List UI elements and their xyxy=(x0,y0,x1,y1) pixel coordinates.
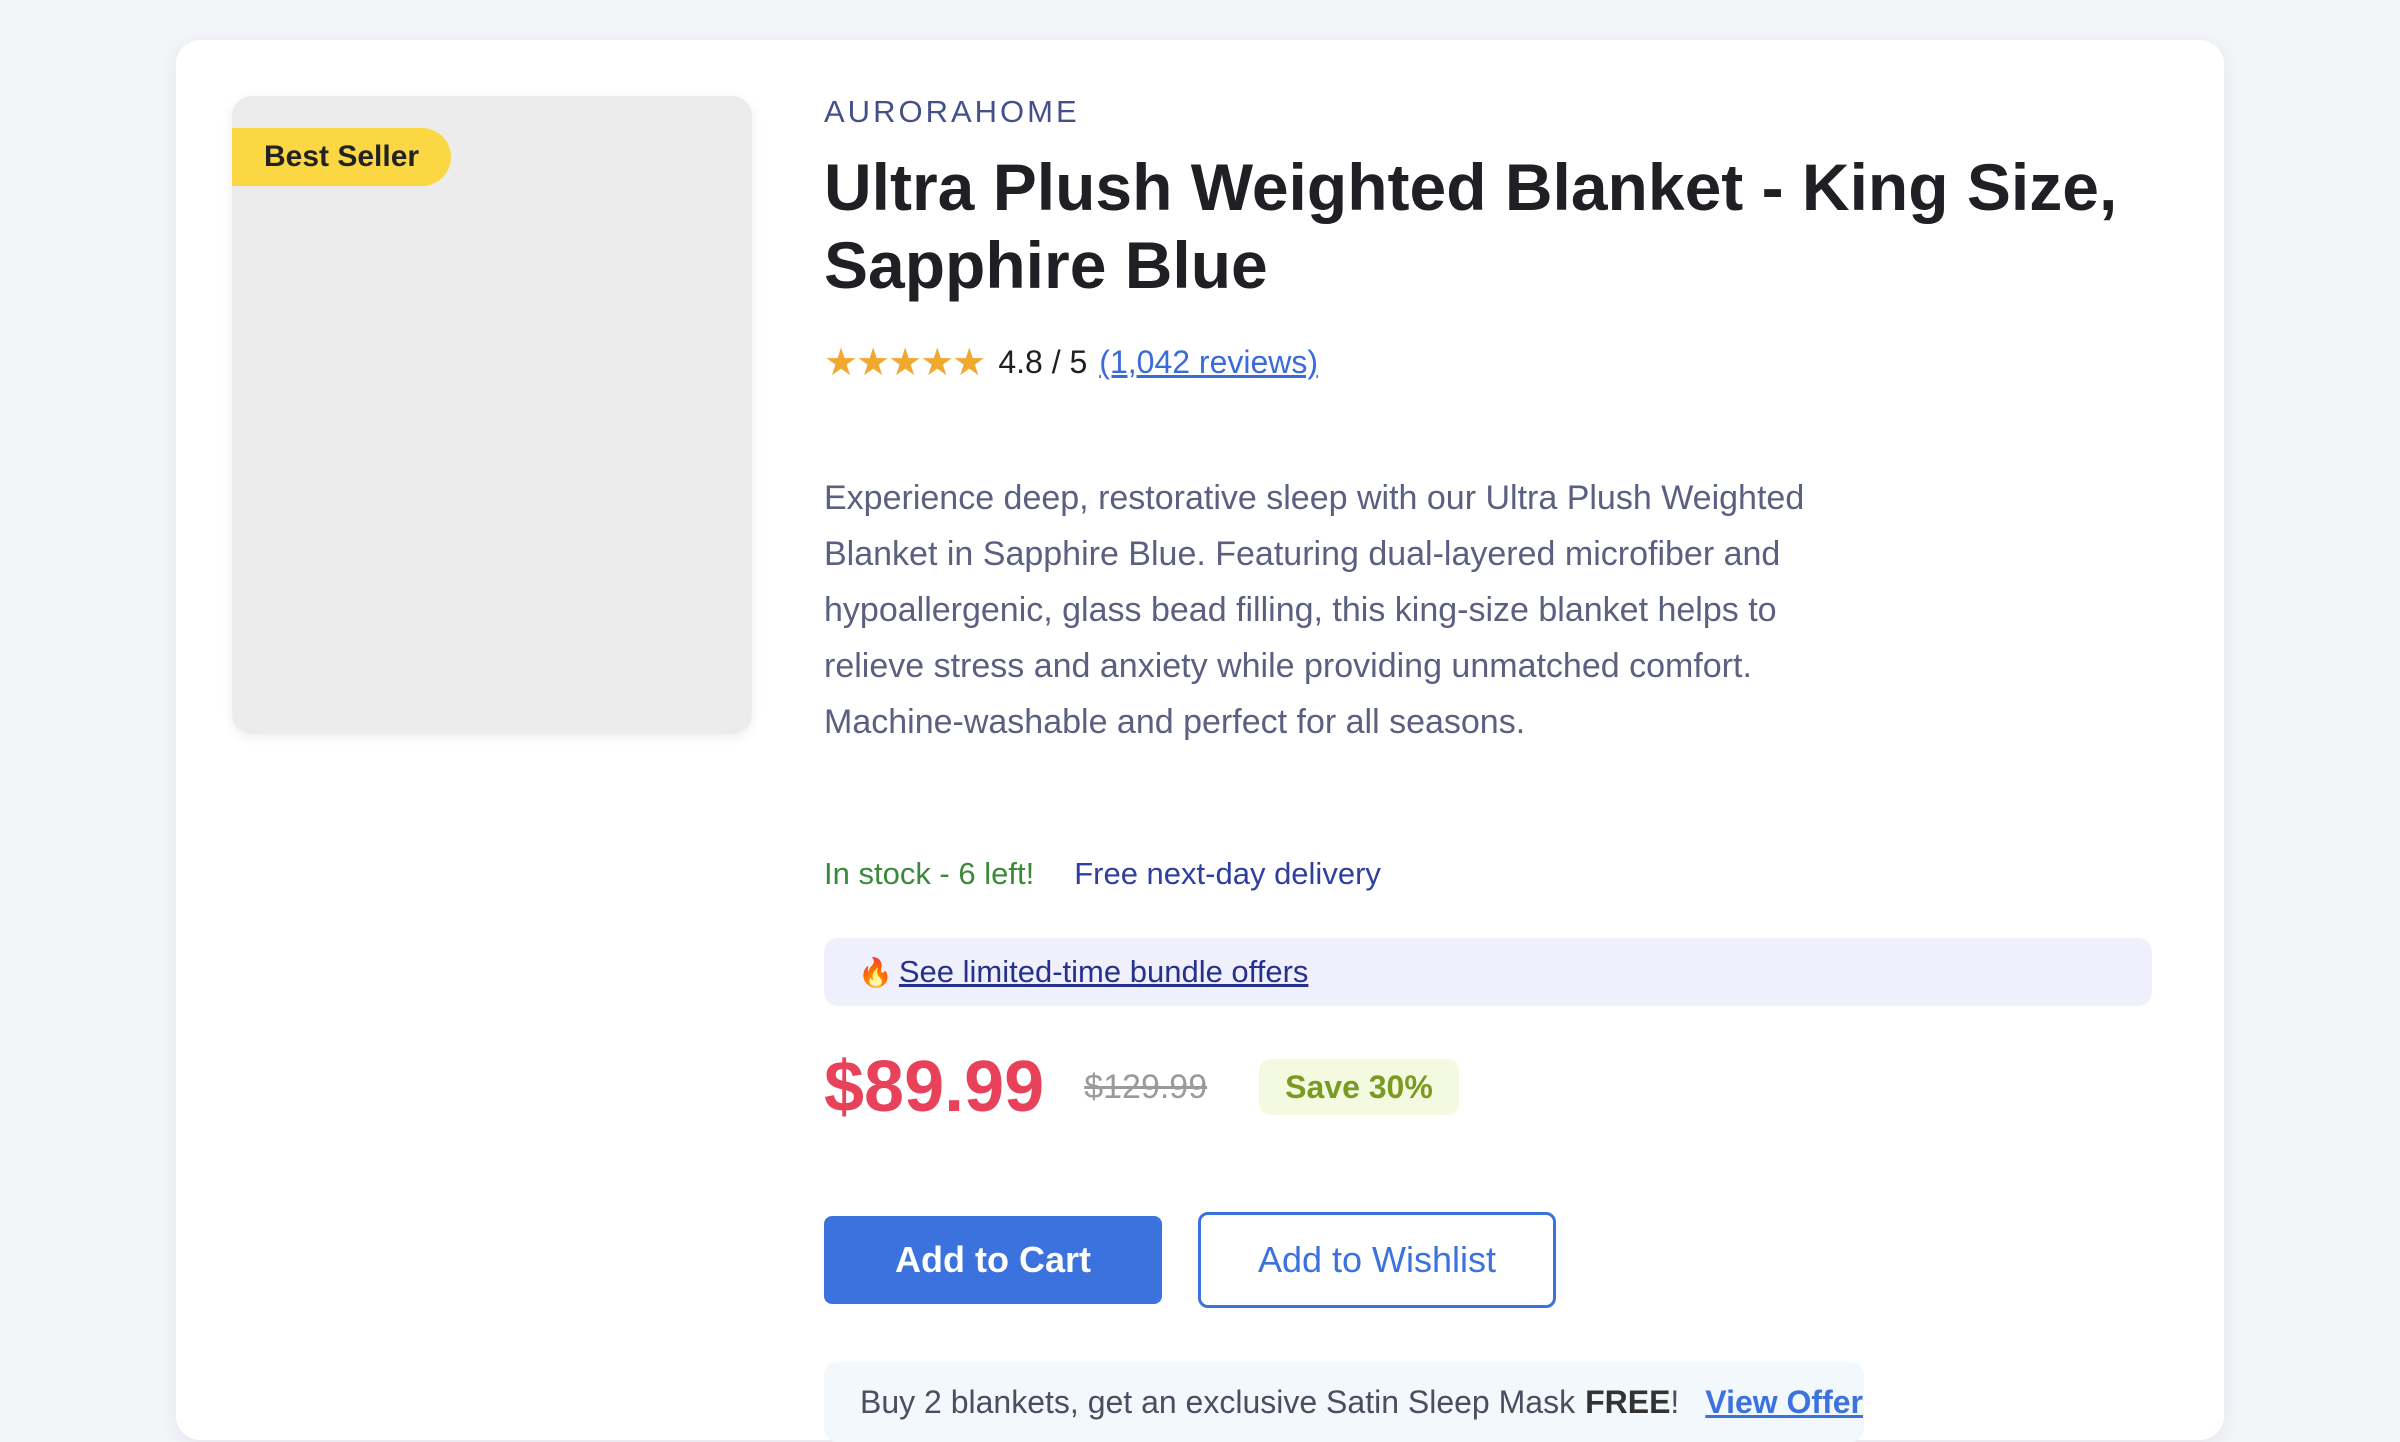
bundle-offers-bar: 🔥 See limited-time bundle offers xyxy=(824,938,2152,1006)
star-rating-icon: ★★★★★ xyxy=(824,342,986,384)
current-price: $89.99 xyxy=(824,1047,1045,1127)
product-title: Ultra Plush Weighted Blanket - King Size… xyxy=(824,150,2118,302)
view-offer-link[interactable]: View Offer xyxy=(1705,1384,1863,1421)
stock-status: In stock - 6 left! xyxy=(824,856,1035,891)
promo-suffix: ! xyxy=(1670,1383,1680,1420)
rating-row: ★★★★★ 4.8 / 5 (1,042 reviews) xyxy=(824,340,1318,385)
promo-text: Buy 2 blankets, get an exclusive Satin S… xyxy=(860,1383,1576,1420)
product-image-placeholder[interactable] xyxy=(232,96,752,734)
best-seller-badge: Best Seller xyxy=(232,128,452,186)
savings-badge: Save 30% xyxy=(1259,1059,1459,1115)
bundle-offers-link[interactable]: See limited-time bundle offers xyxy=(899,954,1309,990)
availability-row: In stock - 6 left! Free next-day deliver… xyxy=(824,856,1381,892)
brand-name: AURORAHOME xyxy=(824,94,1080,129)
promo-banner: Buy 2 blankets, get an exclusive Satin S… xyxy=(824,1362,1864,1442)
fire-icon: 🔥 xyxy=(858,956,893,988)
reviews-link[interactable]: (1,042 reviews) xyxy=(1099,344,1318,381)
promo-free-label: FREE xyxy=(1585,1383,1671,1420)
add-to-wishlist-button[interactable]: Add to Wishlist xyxy=(1198,1212,1556,1308)
product-card: Best Seller AURORAHOME Ultra Plush Weigh… xyxy=(176,40,2224,1442)
add-to-cart-button[interactable]: Add to Cart xyxy=(824,1216,1162,1304)
rating-value: 4.8 / 5 xyxy=(998,344,1088,380)
price-row: $89.99 $129.99 Save 30% xyxy=(824,1046,1459,1128)
product-description: Experience deep, restorative sleep with … xyxy=(824,479,1805,741)
original-price: $129.99 xyxy=(1084,1067,1208,1106)
delivery-info: Free next-day delivery xyxy=(1074,856,1381,891)
